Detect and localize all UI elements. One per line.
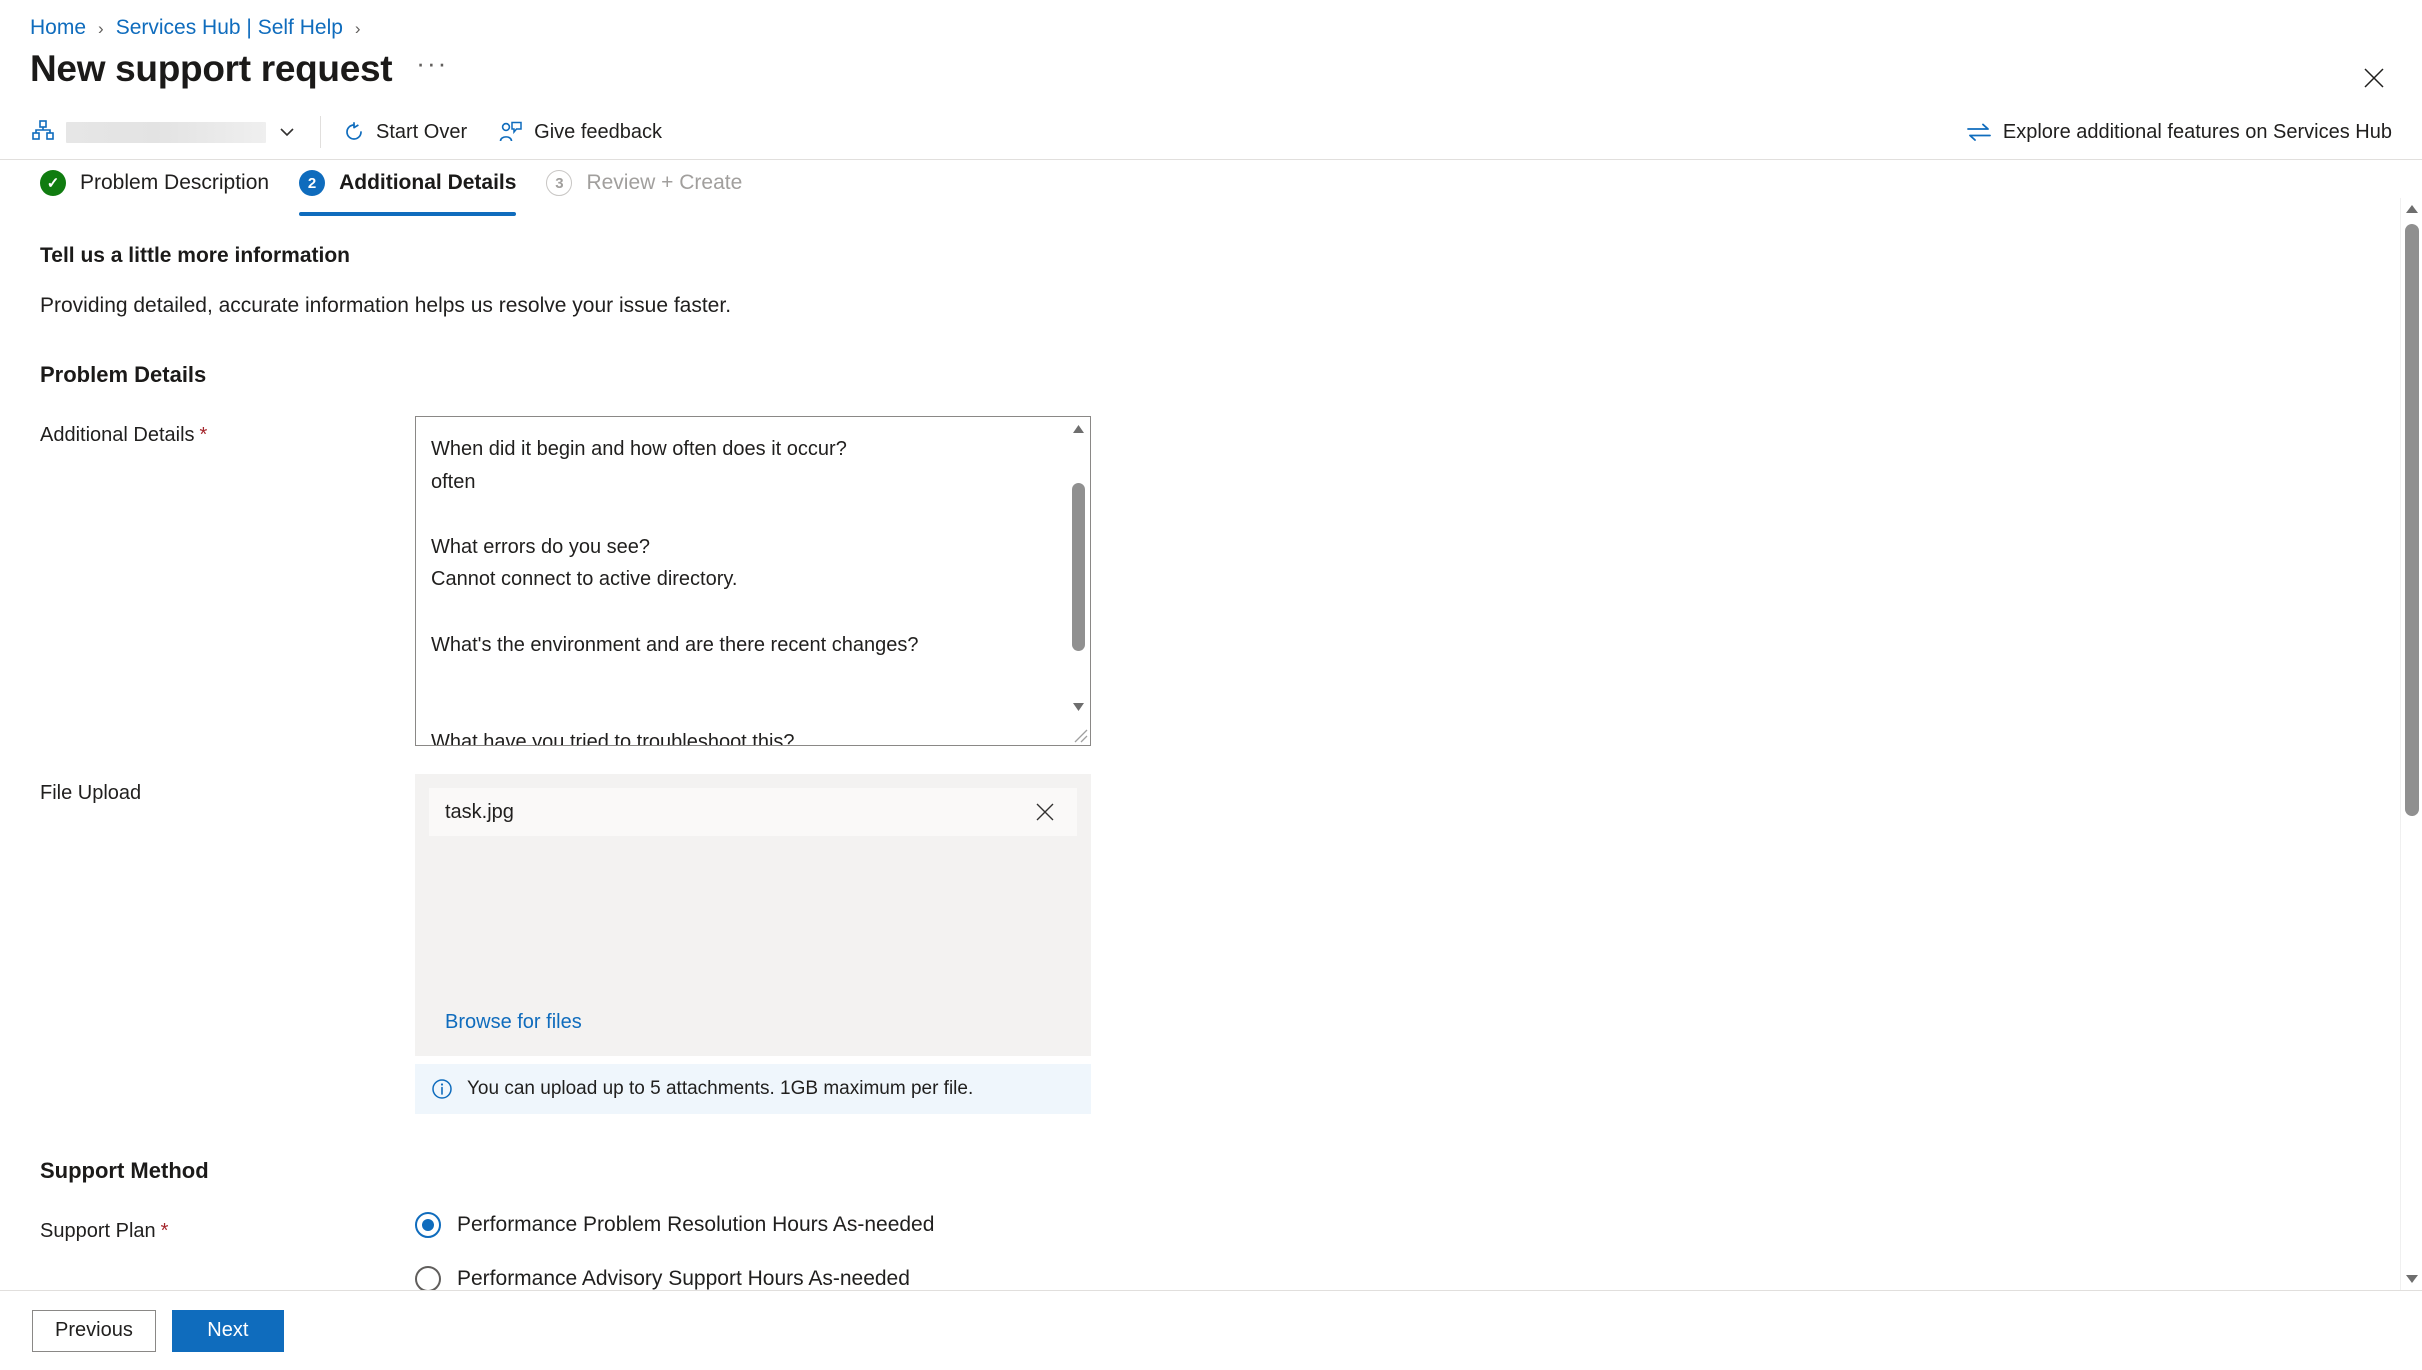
textarea-scroll-track[interactable] xyxy=(1068,439,1089,696)
feedback-person-icon xyxy=(499,121,523,143)
file-upload-dropzone[interactable]: task.jpg Browse for files xyxy=(415,774,1091,1056)
tab-review-create-label: Review + Create xyxy=(586,171,743,194)
radio-button-unselected[interactable] xyxy=(415,1266,441,1290)
chevron-down-icon xyxy=(278,123,296,141)
radio-button-selected[interactable] xyxy=(415,1212,441,1238)
file-upload-field-row: File Upload task.jpg Browse for files Yo… xyxy=(40,774,2380,1114)
page-title-row: New support request ··· xyxy=(0,38,2422,90)
support-plan-option-1-label: Performance Problem Resolution Hours As-… xyxy=(457,1213,935,1236)
subscription-value-masked xyxy=(66,121,266,143)
breadcrumb-item-services-hub[interactable]: Services Hub | Self Help xyxy=(116,16,343,40)
breadcrumb-separator-icon: › xyxy=(98,18,104,38)
page-scroll-thumb[interactable] xyxy=(2405,224,2419,816)
breadcrumb-item-home[interactable]: Home xyxy=(30,16,86,40)
page-title: New support request xyxy=(30,47,393,89)
additional-details-label: Additional Details * xyxy=(40,416,415,449)
upload-info-banner: You can upload up to 5 attachments. 1GB … xyxy=(415,1064,1091,1114)
next-button[interactable]: Next xyxy=(171,1309,284,1352)
hierarchy-icon xyxy=(32,119,54,146)
close-icon xyxy=(2364,68,2384,88)
breadcrumb: Home › Services Hub | Self Help › xyxy=(0,0,2422,40)
main-content: Tell us a little more information Provid… xyxy=(0,244,2380,1290)
support-plan-label: Support Plan * xyxy=(40,1212,415,1245)
required-asterisk-2: * xyxy=(160,1220,169,1242)
close-button[interactable] xyxy=(2354,58,2394,98)
support-plan-radio-group: Performance Problem Resolution Hours As-… xyxy=(415,1212,2380,1290)
step-number-badge-3: 3 xyxy=(546,170,573,196)
step-complete-check-icon: ✓ xyxy=(40,170,66,196)
problem-details-heading: Problem Details xyxy=(40,362,207,387)
tab-problem-description-label: Problem Description xyxy=(80,171,270,194)
explore-features-link[interactable]: Explore additional features on Services … xyxy=(1966,120,2392,144)
breadcrumb-separator-icon-2: › xyxy=(354,18,361,38)
give-feedback-label: Give feedback xyxy=(534,120,662,143)
scroll-up-arrow-icon[interactable] xyxy=(1068,418,1089,439)
wizard-footer: Previous Next xyxy=(0,1290,2422,1370)
page-scroll-up-arrow-icon[interactable] xyxy=(2401,198,2422,220)
start-over-label: Start Over xyxy=(376,120,468,143)
support-plan-field-row: Support Plan * Performance Problem Resolu… xyxy=(40,1212,2380,1290)
refresh-icon xyxy=(343,121,365,143)
support-plan-option-2-label: Performance Advisory Support Hours As-ne… xyxy=(457,1267,910,1290)
additional-details-field-row: Additional Details * When did it begin an… xyxy=(40,416,2380,746)
tab-additional-details-label: Additional Details xyxy=(339,171,517,194)
swap-arrows-icon xyxy=(1966,123,1991,141)
page-scrollbar[interactable] xyxy=(2400,198,2422,1290)
content-scroll-viewport: Tell us a little more information Provid… xyxy=(0,200,2380,1290)
uploaded-file-item: task.jpg xyxy=(429,788,1077,836)
file-upload-control: task.jpg Browse for files You can upload… xyxy=(415,774,2380,1114)
intro-heading: Tell us a little more information xyxy=(40,244,350,267)
subscription-picker[interactable] xyxy=(32,112,314,152)
command-bar-divider xyxy=(320,116,321,148)
previous-button[interactable]: Previous xyxy=(32,1309,156,1352)
textarea-scroll-thumb[interactable] xyxy=(1072,483,1085,651)
uploaded-file-name: task.jpg xyxy=(445,800,514,823)
file-upload-label: File Upload xyxy=(40,782,142,804)
give-feedback-button[interactable]: Give feedback xyxy=(483,111,678,153)
additional-details-textarea[interactable]: When did it begin and how often does it … xyxy=(415,416,1091,746)
upload-info-text: You can upload up to 5 attachments. 1GB … xyxy=(467,1078,974,1099)
page-scroll-down-arrow-icon[interactable] xyxy=(2401,1268,2422,1290)
more-actions-ellipsis-icon[interactable]: ··· xyxy=(416,50,448,80)
additional-details-control: When did it begin and how often does it … xyxy=(415,416,2380,746)
textarea-resize-handle[interactable] xyxy=(1068,723,1089,744)
textarea-scrollbar[interactable] xyxy=(1068,418,1089,717)
required-asterisk: * xyxy=(199,424,208,446)
intro-text: Providing detailed, accurate information… xyxy=(40,294,732,317)
browse-for-files-link[interactable]: Browse for files xyxy=(445,1011,582,1034)
support-plan-label-text: Support Plan xyxy=(40,1220,156,1242)
additional-details-label-text: Additional Details xyxy=(40,424,195,446)
support-method-heading: Support Method xyxy=(40,1158,209,1183)
close-icon xyxy=(1036,803,1054,821)
support-plan-option-2[interactable]: Performance Advisory Support Hours As-ne… xyxy=(415,1266,2380,1290)
start-over-button[interactable]: Start Over xyxy=(327,111,483,153)
support-plan-option-1[interactable]: Performance Problem Resolution Hours As-… xyxy=(415,1212,2380,1238)
remove-file-button[interactable] xyxy=(1029,796,1061,828)
scroll-down-arrow-icon[interactable] xyxy=(1068,696,1089,717)
command-bar: Start Over Give feedback Explore additio… xyxy=(0,104,2422,160)
step-number-badge: 2 xyxy=(299,170,326,196)
additional-details-value: When did it begin and how often does it … xyxy=(431,438,919,745)
explore-features-label: Explore additional features on Services … xyxy=(2002,120,2392,143)
info-circle-icon xyxy=(431,1078,453,1100)
